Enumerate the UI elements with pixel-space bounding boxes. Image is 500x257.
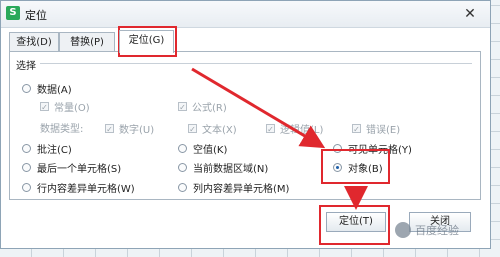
tab-goto[interactable]: 定位(G) [119,30,174,53]
watermark: 百度经验 [395,210,499,250]
arrow-to-objects [191,67,326,149]
paw-icon [395,222,411,238]
watermark-text: 百度经验 [415,224,459,237]
